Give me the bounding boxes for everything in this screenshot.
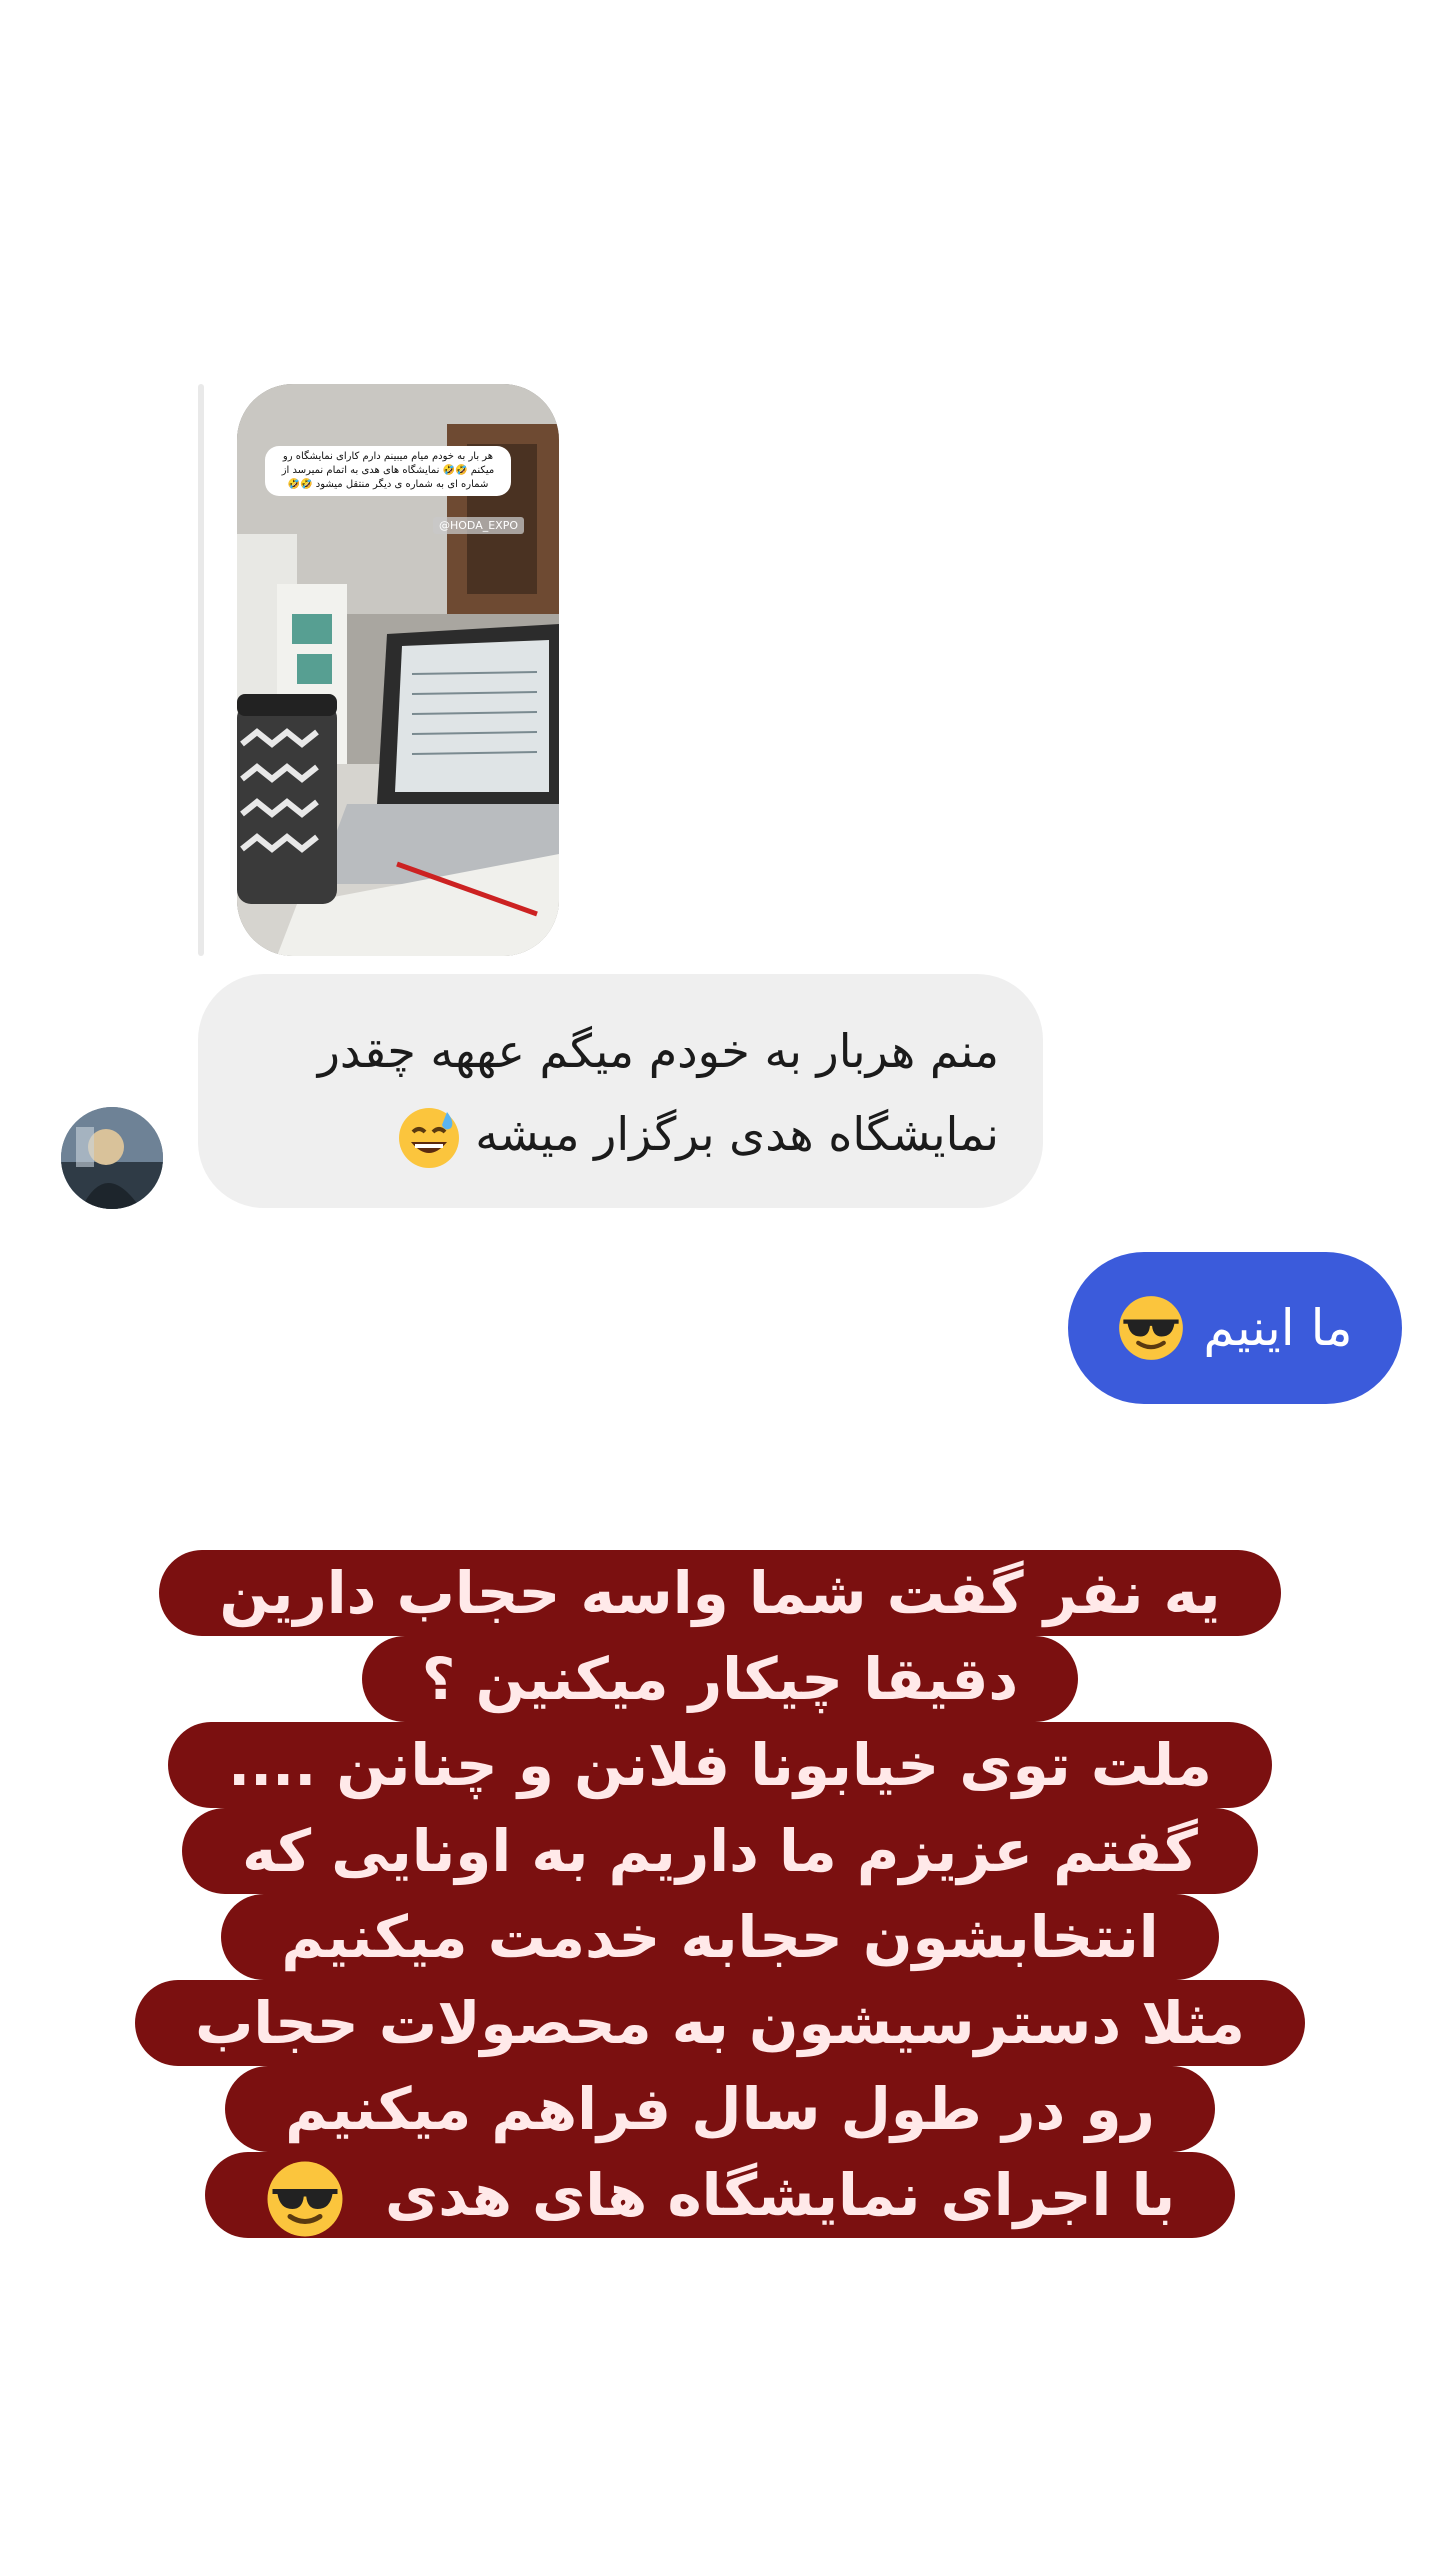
overlay-line-3: ملت توی خیابونا فلانن و چنانن ....: [168, 1722, 1272, 1808]
outgoing-message-text: ما اینیم: [1203, 1299, 1353, 1357]
overlay-line-6: مثلا دسترسیشون به محصولات حجاب: [135, 1980, 1305, 2066]
overlay-line-2: دقیقا چیکار میکنین ؟: [361, 1636, 1079, 1722]
incoming-message-text: نمایشگاه هدی برگزار میشه: [475, 1107, 999, 1161]
story-mention-tag: @HODA_EXPO: [433, 517, 525, 534]
overlay-line-5: انتخابشون حجابه خدمت میکنیم: [221, 1894, 1219, 1980]
overlay-line-7: رو در طول سال فراهم میکنیم: [225, 2066, 1215, 2152]
overlay-line-1: یه نفر گفت شما واسه حجاب دارین: [159, 1550, 1281, 1636]
overlay-line-8: با اجرای نمایشگاه های هدی: [204, 2152, 1236, 2238]
sunglasses-emoji-icon: [1119, 1296, 1184, 1360]
incoming-message-line-1: منم هربار به خودم میگم عههه چقدر: [317, 1024, 999, 1078]
outgoing-message-bubble[interactable]: ما اینیم: [1068, 1252, 1402, 1404]
incoming-message-line-2: نمایشگاه هدی برگزار میشه: [242, 1093, 999, 1176]
avatar-image: [61, 1107, 163, 1209]
sender-avatar[interactable]: [61, 1107, 163, 1209]
story-reply-thumbnail[interactable]: هر بار به خودم میام میبینم دارم کارای نم…: [237, 384, 559, 956]
overlay-line-8-text: با اجرای نمایشگاه های هدی: [385, 2161, 1176, 2229]
story-caption-text: هر بار به خودم میام میبینم دارم کارای نم…: [265, 446, 511, 496]
reply-indicator-line: [198, 384, 204, 956]
overlay-line-4: گفتم عزیزم ما داریم به اونایی که: [182, 1808, 1258, 1894]
incoming-message-bubble[interactable]: منم هربار به خودم میگم عههه چقدر نمایشگا…: [198, 974, 1043, 1208]
sunglasses-emoji-icon: [267, 2161, 343, 2237]
sweat-smile-emoji-icon: [398, 1107, 459, 1168]
story-overlay-text: یه نفر گفت شما واسه حجاب دارین دقیقا چیک…: [100, 1550, 1340, 2238]
